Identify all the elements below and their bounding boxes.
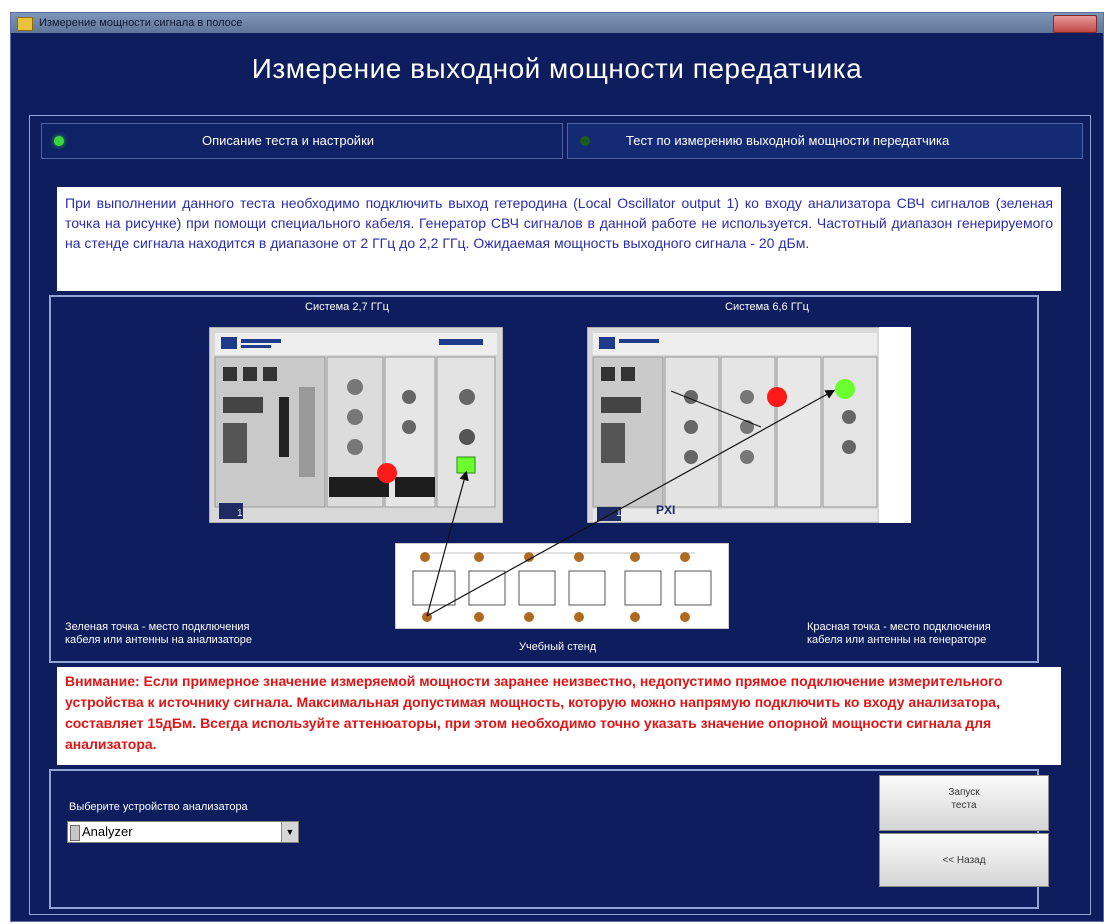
warning-message: Внимание: Если примерное значение измеря…: [57, 667, 1061, 765]
start-button-line1: Запуск: [948, 787, 980, 798]
red-caption-line2: кабеля или антенны на генераторе: [807, 634, 987, 646]
stand-caption: Учебный стенд: [519, 641, 597, 653]
dropdown-arrow-icon[interactable]: ▼: [281, 822, 298, 842]
start-button-line2: теста: [951, 800, 977, 811]
red-caption-line1: Красная точка - место подключения: [807, 621, 991, 633]
start-test-button[interactable]: Запуск теста: [879, 775, 1049, 831]
red-dot-caption: Красная точка - место подключения кабеля…: [807, 621, 991, 647]
back-button[interactable]: << Назад: [879, 833, 1049, 887]
green-caption-line1: Зеленая точка - место подключения: [65, 621, 250, 633]
analyzer-select-value: Analyzer: [82, 824, 133, 839]
analyzer-select-label: Выберите устройство анализатора: [69, 801, 248, 813]
analyzer-select[interactable]: Analyzer ▼: [67, 821, 299, 843]
io-name-icon: [70, 825, 80, 841]
green-dot-caption: Зеленая точка - место подключения кабеля…: [65, 621, 252, 647]
main-window: Измерение мощности сигнала в полосе Изме…: [10, 12, 1104, 922]
green-caption-line2: кабеля или антенны на анализаторе: [65, 634, 252, 646]
